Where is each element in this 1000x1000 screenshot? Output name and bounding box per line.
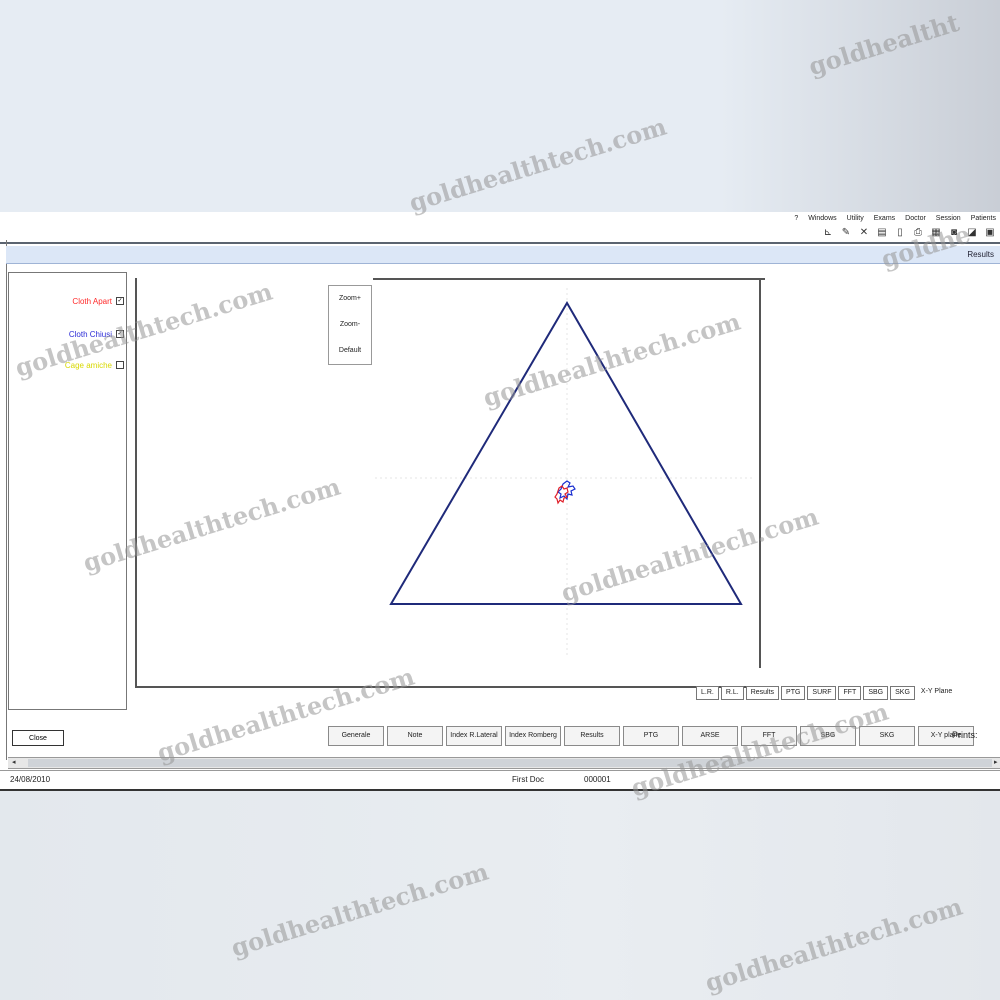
toolbar: ▣ ◪ ◙ ▦ ⎙ ▯ ▤ ✕ ✎ ⊾ <box>0 223 1000 241</box>
zoom-in-button[interactable]: Zoom+ <box>329 286 371 312</box>
close-button[interactable]: Close <box>12 730 64 746</box>
status-code: 000001 <box>584 775 611 784</box>
document-icon[interactable]: ▯ <box>894 227 906 238</box>
grid-icon[interactable]: ▦ <box>930 227 942 238</box>
tab-fft[interactable]: FFT <box>838 686 862 700</box>
prints-label: Prints: <box>952 730 978 740</box>
print-sbg-button[interactable]: SBG <box>800 726 856 746</box>
status-date: 24/08/2010 <box>10 775 51 784</box>
legend-label: Cloth Chiusi <box>68 329 112 339</box>
scroll-right-icon[interactable]: ▸ <box>994 758 998 768</box>
save-icon[interactable]: ◙ <box>948 227 960 238</box>
print-index-r-lateral-button[interactable]: Index R.Lateral <box>446 726 502 746</box>
menu-bar: Patients Session Doctor Exams Utility Wi… <box>0 212 1000 222</box>
legend-checkbox[interactable]: ✓ <box>116 330 124 338</box>
status-bar: 24/08/2010 First Doc 000001 <box>0 770 1000 791</box>
zoom-out-button[interactable]: Zoom- <box>329 312 371 338</box>
print-buttons: Generale Note Index R.Lateral Index Romb… <box>328 726 974 746</box>
print-icon[interactable]: ⎙ <box>912 227 924 238</box>
print-arse-button[interactable]: ARSE <box>682 726 738 746</box>
tab-sbg[interactable]: SBG <box>863 686 889 700</box>
chart-icon[interactable]: ⊾ <box>822 227 834 238</box>
tab-lr[interactable]: L.R. <box>696 686 719 700</box>
legend-panel: Cloth Apart ✓ Cloth Chiusi ✓ Cage amiche <box>8 272 127 710</box>
open-icon[interactable]: ◪ <box>966 227 978 238</box>
tab-skg[interactable]: SKG <box>890 686 915 700</box>
legend-checkbox[interactable] <box>116 361 124 369</box>
stability-triangle <box>389 301 743 605</box>
tab-results[interactable]: Results <box>745 686 780 700</box>
legend-item-cage-amiche[interactable]: Cage amiche <box>9 359 124 371</box>
menu-item-exams[interactable]: Exams <box>874 215 895 222</box>
legend-item-cloth-apart[interactable]: Cloth Apart ✓ <box>9 295 124 307</box>
background-top <box>0 0 1000 212</box>
stabilometry-plot <box>375 288 755 658</box>
menu-item-help[interactable]: ? <box>794 215 798 222</box>
tab-xy-plane[interactable]: X-Y Plane <box>916 686 957 698</box>
print-generale-button[interactable]: Generale <box>328 726 384 746</box>
print-skg-button[interactable]: SKG <box>859 726 915 746</box>
print-ptg-button[interactable]: PTG <box>623 726 679 746</box>
application-window: Patients Session Doctor Exams Utility Wi… <box>0 212 1000 791</box>
legend-label: Cage amiche <box>64 360 112 370</box>
menu-item-session[interactable]: Session <box>936 215 961 222</box>
tools-icon[interactable]: ✕ <box>858 227 870 238</box>
tab-surf[interactable]: SURF <box>807 686 837 700</box>
disk-icon[interactable]: ▤ <box>876 227 888 238</box>
left-window-edge <box>0 240 7 760</box>
print-results-button[interactable]: Results <box>564 726 620 746</box>
window-title: Results <box>6 246 1000 264</box>
scroll-left-icon[interactable]: ◂ <box>12 758 16 768</box>
print-fft-button[interactable]: FFT <box>741 726 797 746</box>
menu-item-doctor[interactable]: Doctor <box>905 215 926 222</box>
tab-ptg[interactable]: PTG <box>781 686 806 700</box>
zoom-controls: Zoom+ Zoom- Default <box>328 285 372 365</box>
zoom-default-button[interactable]: Default <box>329 338 371 364</box>
print-note-button[interactable]: Note <box>387 726 443 746</box>
menu-item-windows[interactable]: Windows <box>808 215 836 222</box>
scroll-thumb[interactable] <box>28 759 992 767</box>
menu-item-utility[interactable]: Utility <box>847 215 864 222</box>
pen-icon[interactable]: ✎ <box>840 227 852 238</box>
print-index-romberg-button[interactable]: Index Romberg <box>505 726 561 746</box>
legend-item-cloth-chiusi[interactable]: Cloth Chiusi ✓ <box>9 328 124 340</box>
status-doctor: First Doc <box>512 775 544 784</box>
legend-label: Cloth Apart <box>72 296 112 306</box>
horizontal-scrollbar[interactable]: ◂ ▸ <box>8 757 1000 769</box>
tab-rl[interactable]: R.L. <box>720 686 744 700</box>
result-tabs: L.R. R.L. Results PTG SURF FFT SBG SKG X… <box>696 686 957 700</box>
new-icon[interactable]: ▣ <box>984 227 996 238</box>
menu-item-patients[interactable]: Patients <box>971 215 996 222</box>
background-bottom <box>0 790 1000 1000</box>
legend-checkbox[interactable]: ✓ <box>116 297 124 305</box>
window-border <box>0 242 1000 244</box>
